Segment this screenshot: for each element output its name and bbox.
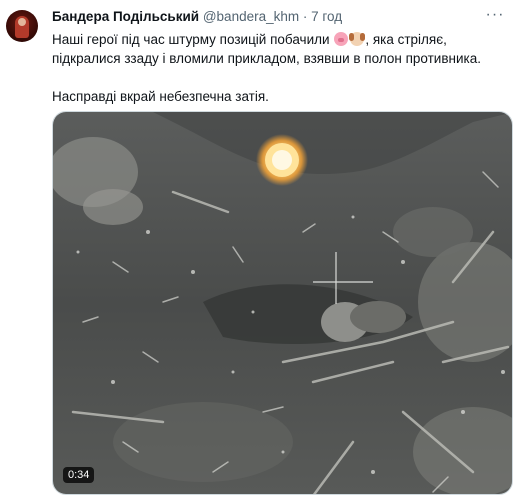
avatar[interactable]: [6, 10, 38, 42]
tweet-header: Бандера Подільський @bandera_khm · 7 год: [52, 9, 342, 24]
timestamp[interactable]: 7 год: [311, 9, 342, 24]
tweet-text: Наші герої під час штурму позицій побачи…: [52, 30, 502, 106]
tweet-text-line1-end: , яка стріляє,: [365, 32, 447, 47]
video-duration: 0:34: [63, 467, 95, 483]
video-player[interactable]: 0:34: [52, 111, 513, 495]
tweet: Бандера Подільський @bandera_khm · 7 год…: [0, 0, 516, 498]
video-frame: [53, 112, 512, 494]
author-handle[interactable]: @bandera_khm: [203, 9, 299, 24]
author-name[interactable]: Бандера Подільський: [52, 9, 199, 24]
tweet-text-line2: підкралися ззаду і вломили прикладом, вз…: [52, 51, 481, 66]
dog-face-emoji: [349, 32, 366, 46]
pig-face-emoji: [334, 32, 349, 46]
separator-dot: ·: [302, 9, 308, 24]
tweet-text-paragraph2: Насправді вкрай небезпечна затія.: [52, 89, 269, 104]
tweet-text-line1-start: Наші герої під час штурму позицій побачи…: [52, 32, 330, 47]
more-options-icon[interactable]: ···: [484, 6, 506, 23]
